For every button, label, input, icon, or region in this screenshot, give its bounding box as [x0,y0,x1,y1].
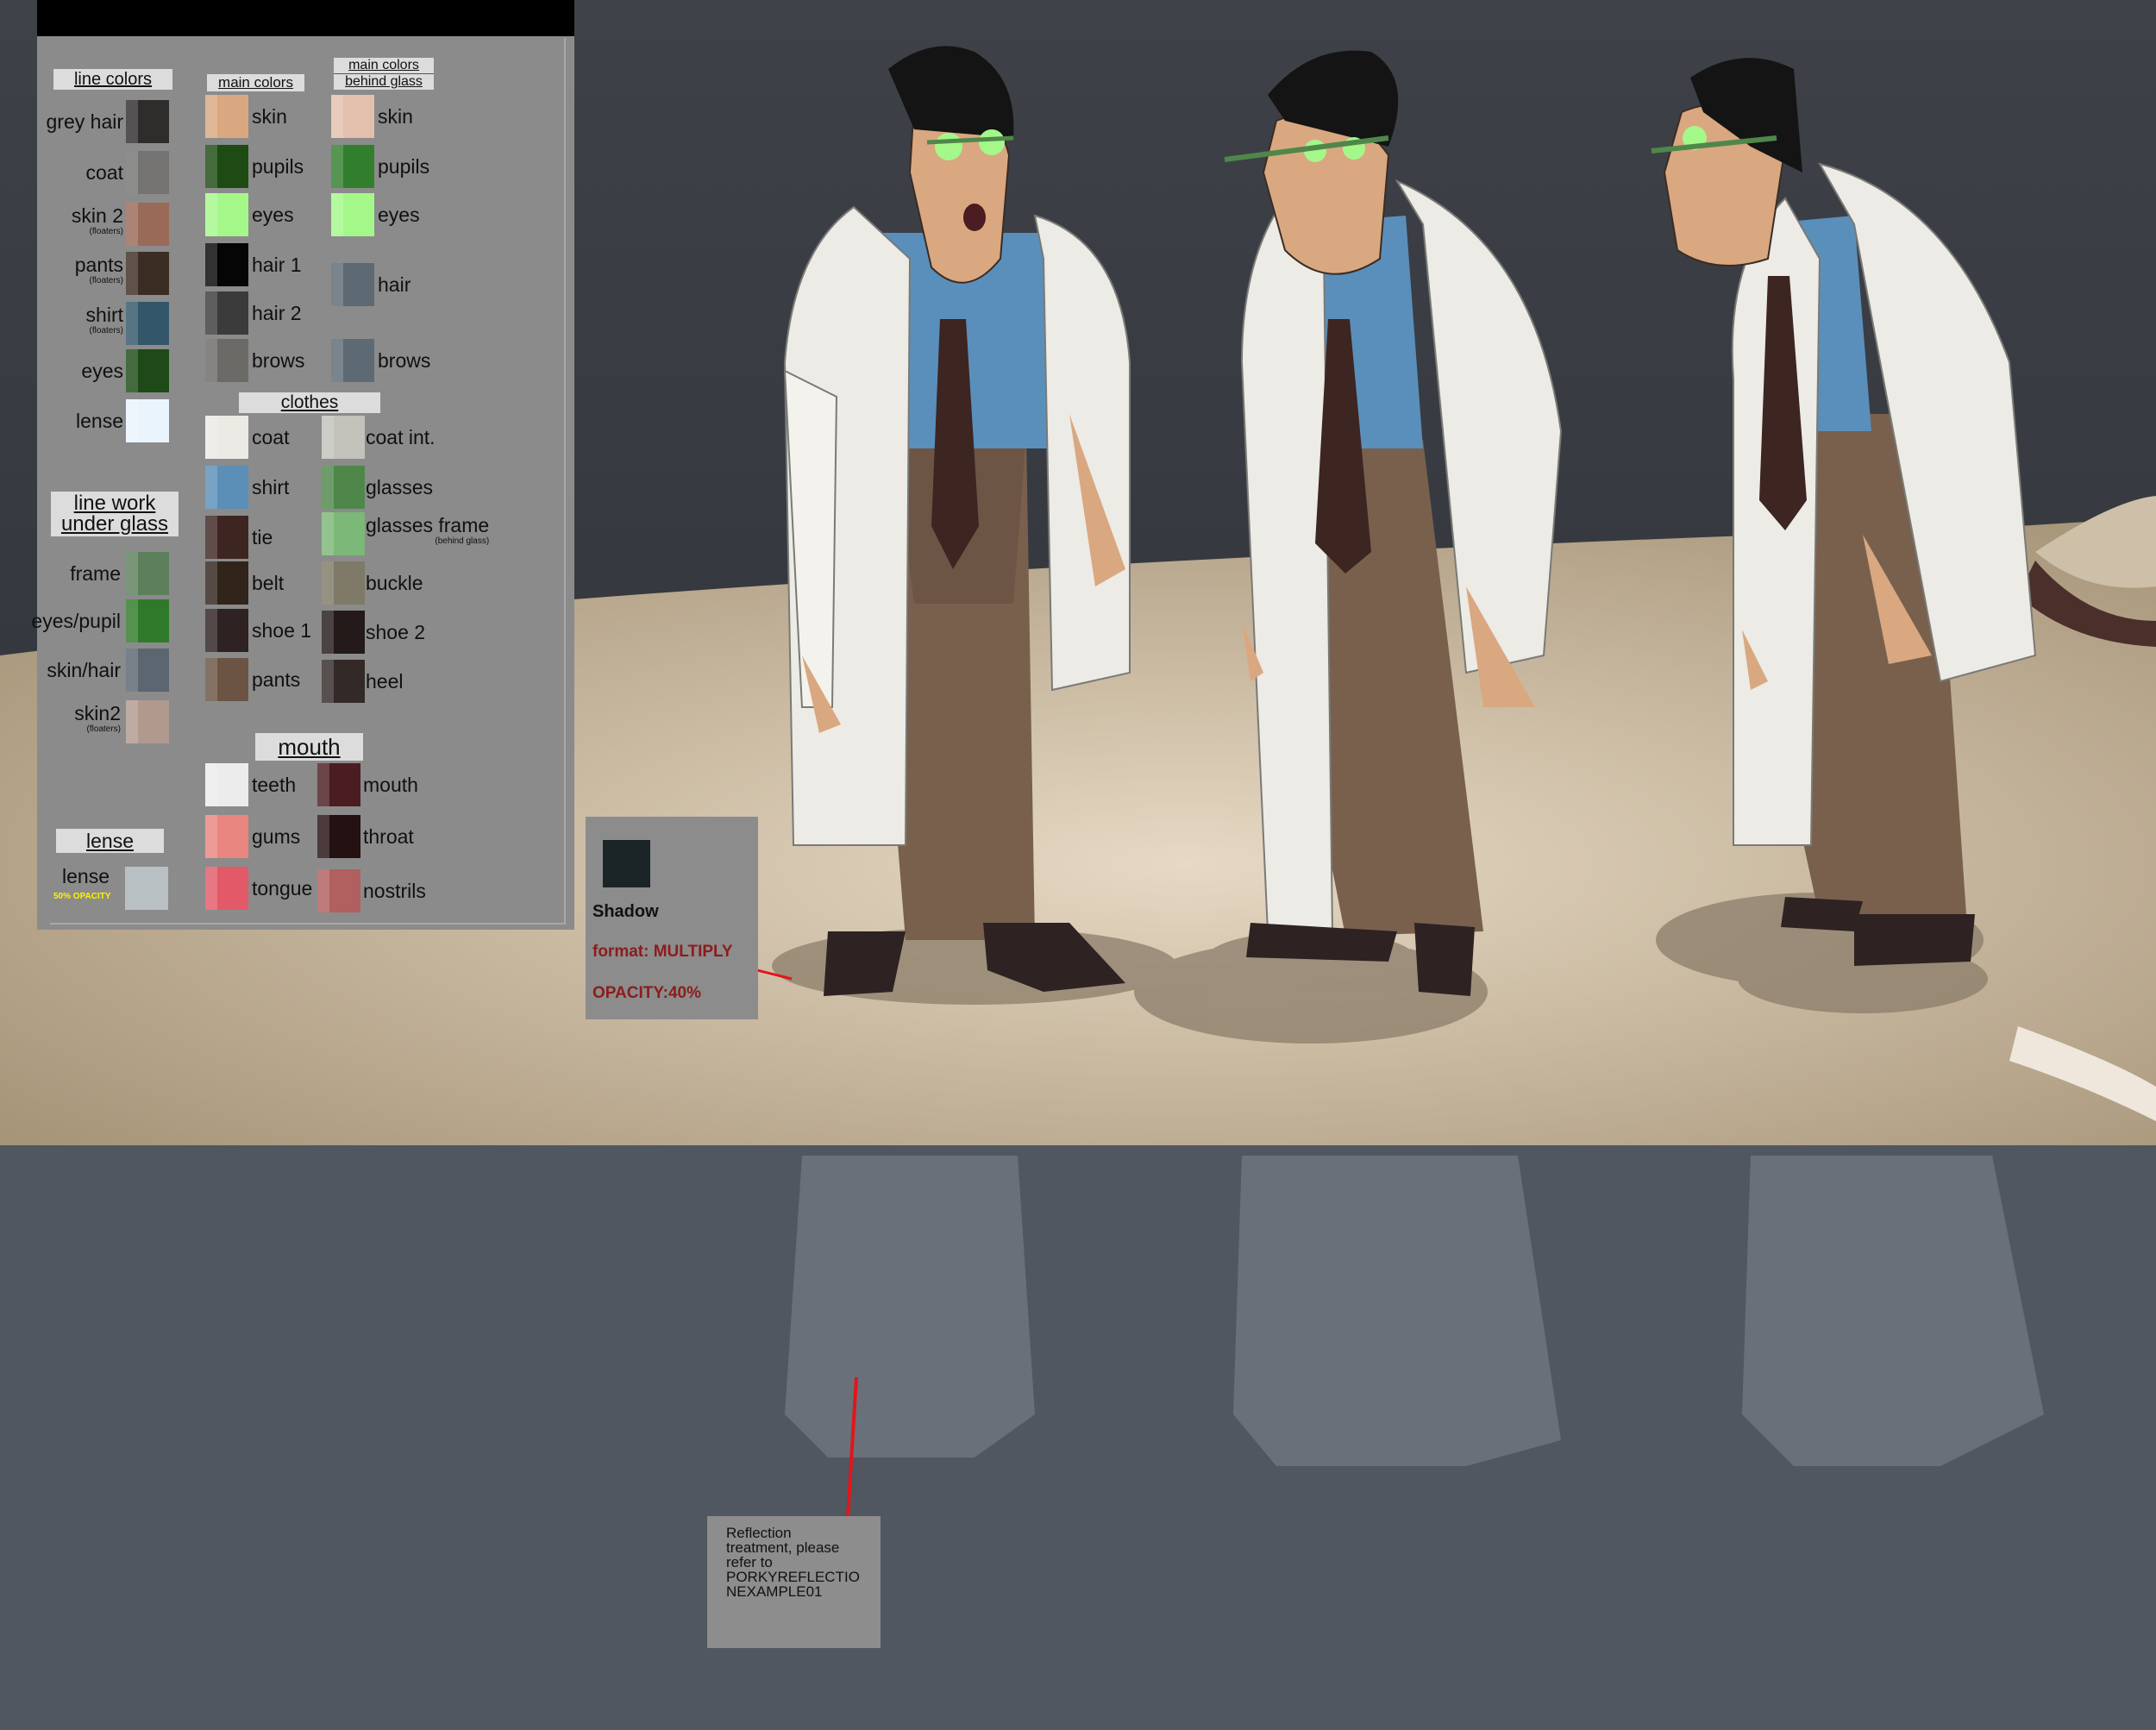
clothes-label: coat [252,426,290,448]
mouth-label: throat [363,825,414,848]
clothes-label: tie [252,526,273,548]
clothes-label: shirt [252,476,290,498]
behind-glass-swatch-hair [331,263,374,306]
mouth-swatch-teeth [205,763,248,806]
main-color-swatch-skin [205,95,248,138]
clothes-swatch-belt [205,561,248,605]
reflection-note: Reflection treatment, please refer to PO… [707,1516,881,1648]
line-work-swatch-skin-hair [126,649,169,692]
behind-glass-label: skin [378,105,413,128]
main-color-label: eyes [252,204,294,226]
line-color-swatch-grey-hair [126,100,169,143]
main-color-label: skin [252,105,287,128]
mouth-label: mouth [363,774,418,796]
clothes-swatch-heel [322,660,365,703]
behind-glass-label: pupils [378,155,430,178]
panel-title-bar [37,0,574,36]
line-color-swatch-lense [126,399,169,442]
clothes-label: belt [252,572,285,594]
main-color-label: hair 1 [252,254,302,276]
mouth-label: teeth [252,774,297,796]
behind-glass-swatch-eyes [331,193,374,236]
main-color-swatch-hair-1 [205,243,248,286]
line-work-swatch-skin2 [126,700,169,743]
clothes-label: glasses frame (behind glass) [366,514,490,546]
line-color-swatch-shirt [126,302,169,345]
main-color-label: hair 2 [252,302,302,324]
line-color-label: coat [85,161,123,184]
clothes-swatch-shirt [205,466,248,509]
line-color-label: lense [76,410,123,432]
mouth-swatch-tongue [205,867,248,910]
clothes-header: clothes [239,392,380,413]
behind-glass-label: brows [378,349,431,372]
clothes-swatch-shoe-1 [205,609,248,652]
line-color-label: skin 2 (floaters) [71,204,123,236]
character-reflections [785,1156,2044,1466]
shadow-title: Shadow [592,902,659,921]
clothes-label: glasses [366,476,433,498]
clothes-label: heel [366,670,404,693]
clothes-label: pants [252,668,301,691]
behind-glass-swatch-skin [331,95,374,138]
line-color-swatch-coat [126,151,169,194]
behind-glass-label: hair [378,273,411,296]
clothes-swatch-coat [205,416,248,459]
shadow-format: format: MULTIPLY [592,943,733,961]
shadow-opacity: OPACITY:40% [592,984,701,1002]
shadow-swatch [603,840,650,887]
line-work-swatch-eyes-pupil [126,599,169,642]
line-color-swatch-pants [126,252,169,295]
line-work-header: line work under glass [51,492,179,536]
shadow-note: Shadow format: MULTIPLY OPACITY:40% [586,817,758,1019]
mouth-label: tongue [252,877,313,899]
main-color-label: pupils [252,155,304,178]
behind-glass-swatch-pupils [331,145,374,188]
behind-glass-label: eyes [378,204,420,226]
mouth-swatch-nostrils [317,869,360,912]
clothes-swatch-shoe-2 [322,611,365,654]
clothes-swatch-pants [205,658,248,701]
main-color-label: brows [252,349,305,372]
lense-swatch [125,867,168,910]
clothes-label: shoe 2 [366,621,426,643]
mouth-label: nostrils [363,880,426,902]
main-color-swatch-brows [205,339,248,382]
mouth-swatch-gums [205,815,248,858]
mouth-swatch-mouth [317,763,360,806]
main-color-swatch-pupils [205,145,248,188]
clothes-label: coat int. [366,426,436,448]
main-color-swatch-eyes [205,193,248,236]
line-colors-header: line colors [53,69,172,90]
mouth-swatch-throat [317,815,360,858]
line-work-label: skin2 (floaters) [74,702,121,734]
clothes-label: buckle [366,572,423,594]
clothes-swatch-coat-int- [322,416,365,459]
lense-group-header: lense [56,829,164,853]
behind-glass-swatch-brows [331,339,374,382]
line-work-label: eyes/pupil [31,610,121,632]
line-work-label: frame [70,562,121,585]
clothes-swatch-tie [205,516,248,559]
clothes-swatch-glasses [322,466,365,509]
line-color-label: eyes [81,360,123,382]
line-color-swatch-eyes [126,349,169,392]
main-color-swatch-hair-2 [205,291,248,335]
line-color-label: pants (floaters) [74,254,123,285]
clothes-swatch-glasses-frame [322,512,365,555]
clothes-swatch-buckle [322,561,365,605]
line-work-swatch-frame [126,552,169,595]
line-color-label: shirt (floaters) [85,304,123,335]
mouth-header: mouth [255,733,363,761]
main-colors-header: main colors [207,74,304,91]
lense-label: lense [62,865,110,887]
line-color-swatch-skin-2 [126,203,169,246]
clothes-label: shoe 1 [252,619,312,642]
lense-opacity-note: 50% OPACITY [53,892,111,901]
behind-glass-header: main colors behind glass [334,58,434,90]
line-color-label: grey hair [46,110,123,133]
line-work-label: skin/hair [47,659,121,681]
mouth-label: gums [252,825,301,848]
